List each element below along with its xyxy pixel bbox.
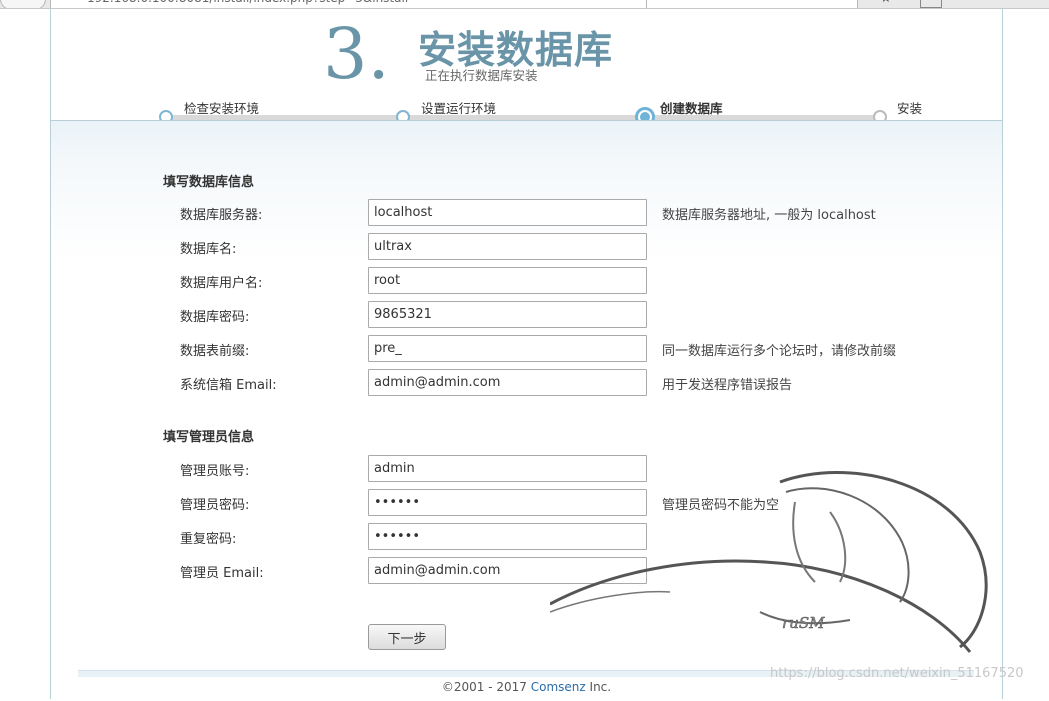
step-label-set-env: 设置运行环境 — [421, 101, 497, 116]
system-email-hint: 用于发送程序错误报告 — [662, 378, 793, 393]
db-name-label: 数据库名: — [180, 242, 237, 257]
step-label-check-env: 检查安装环境 — [184, 101, 260, 116]
clipboard-icon[interactable] — [920, 0, 942, 8]
comsenz-link[interactable]: Comsenz — [531, 680, 586, 694]
db-password-input[interactable] — [368, 301, 647, 328]
db-user-input[interactable] — [368, 267, 647, 294]
bookmark-star-icon[interactable]: ★ — [880, 0, 892, 6]
system-email-row: 系统信箱 Email: 用于发送程序错误报告 — [51, 369, 1002, 397]
admin-password-input[interactable] — [368, 489, 647, 516]
admin-email-input[interactable] — [368, 557, 647, 584]
install-page: 3. 安装数据库 正在执行数据库安装 检查安装环境 设置运行环境 创建数据库 安… — [50, 9, 1003, 701]
search-box[interactable] — [646, 0, 858, 8]
db-password-label: 数据库密码: — [180, 310, 250, 325]
system-email-input[interactable] — [368, 369, 647, 396]
address-bar[interactable]: 192.168.0.100:8081/install/index.php?ste… — [50, 0, 678, 8]
install-header: 3. 安装数据库 正在执行数据库安装 检查安装环境 设置运行环境 创建数据库 安… — [51, 9, 1002, 127]
db-name-row: 数据库名: — [51, 233, 1002, 261]
admin-password-row: 管理员密码: 管理员密码不能为空 — [51, 489, 1002, 517]
footer-copyright: ©2001 - 2017 Comsenz Inc. — [441, 680, 612, 694]
browser-toolbar: 192.168.0.100:8081/install/index.php?ste… — [0, 0, 1049, 9]
admin-email-label: 管理员 Email: — [180, 566, 264, 581]
db-section-title: 填写数据库信息 — [163, 175, 255, 190]
admin-password-label: 管理员密码: — [180, 498, 250, 513]
db-host-label: 数据库服务器: — [180, 208, 263, 223]
install-form: 填写数据库信息 数据库服务器: 数据库服务器地址, 一般为 localhost … — [51, 120, 1002, 701]
csdn-watermark: https://blog.csdn.net/weixin_51167520 — [770, 666, 1024, 681]
next-step-button[interactable]: 下一步 — [368, 624, 446, 650]
table-prefix-hint: 同一数据库运行多个论坛时，请修改前缀 — [662, 344, 897, 359]
admin-account-input[interactable] — [368, 455, 647, 482]
db-password-row: 数据库密码: — [51, 301, 1002, 329]
table-prefix-input[interactable] — [368, 335, 647, 362]
admin-email-row: 管理员 Email: — [51, 557, 1002, 585]
db-name-input[interactable] — [368, 233, 647, 260]
db-host-input[interactable] — [368, 199, 647, 226]
step-label-create-db: 创建数据库 — [660, 101, 723, 116]
db-host-hint: 数据库服务器地址, 一般为 localhost — [662, 208, 876, 223]
repeat-password-label: 重复密码: — [180, 532, 237, 547]
table-prefix-row: 数据表前缀: 同一数据库运行多个论坛时，请修改前缀 — [51, 335, 1002, 363]
system-email-label: 系统信箱 Email: — [180, 378, 277, 393]
admin-account-row: 管理员账号: — [51, 455, 1002, 483]
admin-section-title: 填写管理员信息 — [163, 430, 255, 445]
db-host-row: 数据库服务器: 数据库服务器地址, 一般为 localhost — [51, 199, 1002, 227]
step-number: 3. — [323, 13, 390, 95]
repeat-password-row: 重复密码: — [51, 523, 1002, 551]
page-subtitle: 正在执行数据库安装 — [425, 68, 538, 83]
admin-account-label: 管理员账号: — [180, 464, 250, 479]
admin-password-hint: 管理员密码不能为空 — [662, 498, 780, 513]
db-user-row: 数据库用户名: — [51, 267, 1002, 295]
db-user-label: 数据库用户名: — [180, 276, 263, 291]
step-label-install: 安装 — [897, 101, 923, 116]
table-prefix-label: 数据表前缀: — [180, 344, 250, 359]
repeat-password-input[interactable] — [368, 523, 647, 550]
back-button[interactable] — [0, 0, 46, 8]
